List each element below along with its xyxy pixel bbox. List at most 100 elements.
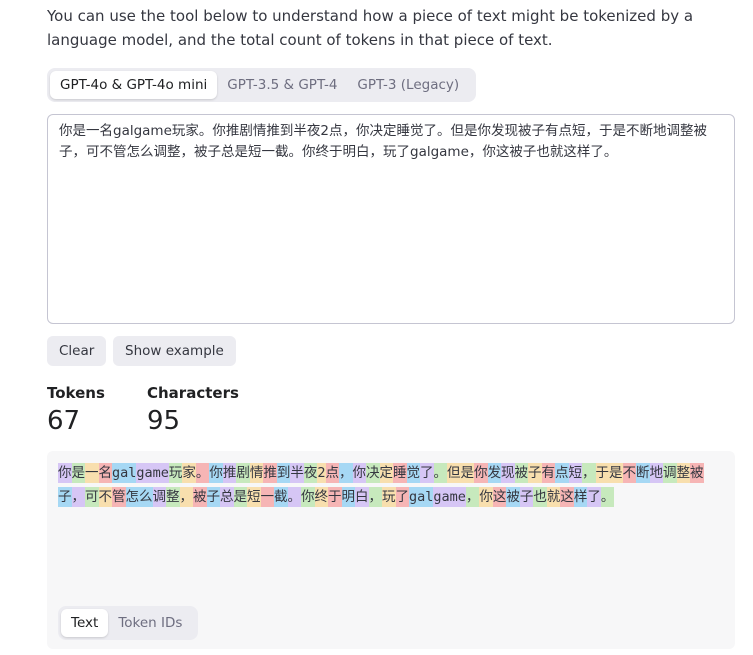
- token: 到: [276, 463, 291, 483]
- token: 2: [317, 463, 326, 483]
- token: 这: [492, 487, 507, 507]
- token: 明: [341, 487, 355, 507]
- token: 一: [260, 487, 274, 507]
- tab-gpt-4o[interactable]: GPT-4o & GPT-4o mini: [50, 71, 218, 99]
- token: 终: [314, 487, 328, 507]
- token: 但是: [447, 463, 475, 483]
- output-view-toggle: Text Token IDs: [58, 606, 198, 640]
- show-example-button[interactable]: Show example: [113, 336, 236, 366]
- token: 半: [290, 463, 304, 483]
- token: 调: [152, 487, 166, 507]
- token: 你: [479, 487, 493, 507]
- token: 玩: [168, 463, 183, 483]
- token: 。: [287, 487, 301, 507]
- tab-text[interactable]: Text: [61, 609, 109, 637]
- token: gal: [409, 487, 434, 507]
- tokenized-output-panel: 你是一名galgame玩家。你推剧情推到半夜2点，你决定睡觉了。但是你发现被子有…: [47, 451, 735, 649]
- model-selector: GPT-4o & GPT-4o mini GPT-3.5 & GPT-4 GPT…: [47, 68, 476, 102]
- token: 睡: [393, 463, 407, 483]
- token: 调: [663, 463, 677, 483]
- token: 。: [600, 487, 615, 507]
- token: 整: [166, 487, 180, 507]
- token: 样: [573, 487, 588, 507]
- token: 决: [366, 463, 380, 483]
- token: 整: [676, 463, 691, 483]
- token: 短: [568, 463, 583, 483]
- tab-token-ids[interactable]: Token IDs: [108, 609, 192, 637]
- token: 现: [501, 463, 515, 483]
- token: 这: [560, 487, 574, 507]
- clear-button[interactable]: Clear: [47, 336, 107, 366]
- token: 子: [519, 487, 534, 507]
- token: 子: [528, 463, 542, 483]
- token: 有: [541, 463, 556, 483]
- token: 点: [555, 463, 569, 483]
- token: 管: [112, 487, 126, 507]
- token: ，: [582, 463, 596, 483]
- text-input[interactable]: 你是一名galgame玩家。你推剧情推到半夜2点，你决定睡觉了。但是你发现被子有…: [47, 114, 735, 324]
- token: 你: [301, 487, 315, 507]
- tokens-label: Tokens: [47, 384, 105, 402]
- token: 推: [222, 463, 237, 483]
- token: 。: [195, 463, 210, 483]
- intro-paragraph: You can use the tool below to understand…: [47, 7, 694, 49]
- characters-label: Characters: [147, 384, 239, 402]
- token: 家: [182, 463, 196, 483]
- token: 名: [98, 463, 112, 483]
- token: ，: [71, 487, 85, 507]
- token: 发: [487, 463, 502, 483]
- token: 白: [355, 487, 369, 507]
- token: 你: [474, 463, 488, 483]
- token: 也: [533, 487, 547, 507]
- token: 了: [395, 487, 409, 507]
- token: 被: [193, 487, 207, 507]
- token: 短: [247, 487, 261, 507]
- token: ，: [339, 463, 353, 483]
- token: ，: [179, 487, 193, 507]
- token: ，: [465, 487, 480, 507]
- token: 不: [98, 487, 112, 507]
- token: 可: [85, 487, 99, 507]
- token: 截: [274, 487, 288, 507]
- tokenized-text: 你是一名galgame玩家。你推剧情推到半夜2点，你决定睡觉了。但是你发现被子有…: [58, 461, 722, 509]
- token: 点: [325, 463, 340, 483]
- token: 是: [233, 487, 247, 507]
- token: 被: [506, 487, 520, 507]
- token: 你: [352, 463, 367, 483]
- token: 断: [636, 463, 650, 483]
- token: 你: [58, 463, 72, 483]
- token: 总: [220, 487, 234, 507]
- token: 了: [420, 463, 434, 483]
- token: 觉: [406, 463, 421, 483]
- token: 子: [206, 487, 220, 507]
- characters-count: 95: [147, 406, 181, 436]
- token: 怎么: [125, 487, 153, 507]
- token: game: [136, 463, 169, 483]
- token: 推: [263, 463, 277, 483]
- tokens-count: 67: [47, 406, 81, 436]
- tab-gpt-3-legacy[interactable]: GPT-3 (Legacy): [347, 71, 469, 99]
- token: 不: [622, 463, 637, 483]
- token: game: [433, 487, 466, 507]
- token: 地: [649, 463, 664, 483]
- token: 玩: [382, 487, 396, 507]
- tab-gpt-3-5-gpt-4[interactable]: GPT-3.5 & GPT-4: [217, 71, 347, 99]
- token: 了: [587, 487, 601, 507]
- token: 定: [379, 463, 394, 483]
- token: 夜: [303, 463, 318, 483]
- token: 剧: [236, 463, 250, 483]
- token: 被: [690, 463, 704, 483]
- token: 子: [58, 487, 72, 507]
- token: 于: [328, 487, 342, 507]
- token: 就: [546, 487, 561, 507]
- tokenizer-page: You can use the tool below to understand…: [0, 0, 753, 655]
- token: 一: [85, 463, 99, 483]
- token: gal: [112, 463, 137, 483]
- token: 你: [209, 463, 223, 483]
- token: 于是: [595, 463, 623, 483]
- token: 。: [433, 463, 448, 483]
- token: ，: [368, 487, 382, 507]
- token: 是: [71, 463, 85, 483]
- token: 被: [514, 463, 529, 483]
- token: 情: [249, 463, 264, 483]
